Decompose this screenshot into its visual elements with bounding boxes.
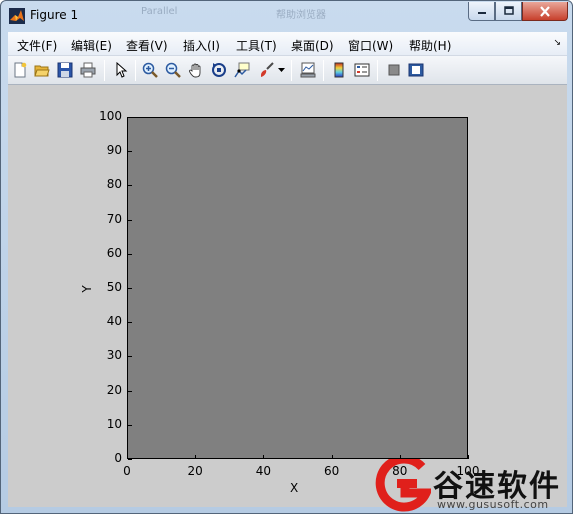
menu-edit[interactable]: 编辑(E) bbox=[71, 37, 112, 54]
menu-file[interactable]: 文件(F) bbox=[17, 37, 57, 54]
y-tick-mark bbox=[128, 356, 132, 358]
y-tick-label: 30 bbox=[106, 348, 122, 363]
y-tick-label: 0 bbox=[114, 451, 122, 465]
new-figure-icon[interactable] bbox=[11, 61, 29, 79]
brush-dropdown-icon[interactable] bbox=[276, 61, 286, 79]
menu-bar: 文件(F) 编辑(E) 查看(V) 插入(I) 工具(T) 桌面(D) 窗口(W… bbox=[8, 32, 567, 56]
print-icon[interactable] bbox=[79, 61, 97, 79]
y-tick-label: 80 bbox=[106, 177, 122, 192]
figure-toolbar bbox=[8, 56, 567, 85]
insert-colorbar-icon[interactable] bbox=[330, 61, 348, 79]
hide-plot-tools-icon[interactable] bbox=[385, 61, 403, 79]
x-tick-label: 60 bbox=[323, 464, 340, 478]
brush-icon[interactable] bbox=[257, 61, 275, 79]
x-axis-label: X bbox=[290, 481, 299, 495]
link-plot-icon[interactable] bbox=[299, 61, 317, 79]
zoom-out-icon[interactable] bbox=[164, 61, 182, 79]
background-tab-help: 帮助浏览器 bbox=[276, 10, 326, 21]
rotate-3d-icon[interactable] bbox=[210, 61, 228, 79]
y-tick-mark bbox=[128, 117, 132, 118]
y-tick-mark bbox=[128, 322, 132, 324]
toolbar-separator bbox=[377, 60, 378, 81]
y-tick-label: 90 bbox=[106, 143, 122, 158]
close-icon bbox=[540, 5, 550, 17]
pan-hand-icon[interactable] bbox=[187, 61, 205, 79]
x-tick-mark bbox=[195, 455, 197, 459]
y-tick-label: 40 bbox=[106, 314, 122, 329]
menu-desktop[interactable]: 桌面(D) bbox=[291, 37, 334, 54]
maximize-icon bbox=[503, 6, 514, 15]
toolbar-separator bbox=[104, 60, 105, 81]
title-bar[interactable]: Figure 1 Parallel 帮助浏览器 bbox=[1, 1, 572, 31]
background-tab-parallel: Parallel bbox=[141, 6, 178, 17]
maximize-button[interactable] bbox=[495, 2, 522, 21]
watermark-url: www.gususoft.com bbox=[437, 498, 549, 511]
y-tick-mark bbox=[128, 390, 132, 392]
menu-tools[interactable]: 工具(T) bbox=[236, 37, 277, 54]
toolbar-separator bbox=[323, 60, 324, 81]
y-tick-mark bbox=[128, 151, 132, 153]
menu-help[interactable]: 帮助(H) bbox=[409, 37, 451, 54]
minimize-icon bbox=[477, 12, 486, 14]
menu-window[interactable]: 窗口(W) bbox=[348, 37, 393, 54]
menu-insert[interactable]: 插入(I) bbox=[183, 37, 220, 54]
y-tick-label: 60 bbox=[106, 245, 122, 260]
y-tick-mark bbox=[128, 253, 132, 255]
y-axis-label: Y bbox=[80, 285, 94, 293]
x-tick-label: 20 bbox=[187, 464, 203, 478]
save-icon[interactable] bbox=[56, 61, 74, 79]
matlab-logo-icon bbox=[9, 8, 25, 24]
data-cursor-icon[interactable] bbox=[233, 61, 251, 79]
y-tick-mark bbox=[128, 288, 132, 289]
watermark: 谷速软件 www.gususoft.com bbox=[373, 455, 573, 514]
gususoft-logo-icon bbox=[375, 459, 431, 512]
y-tick-mark bbox=[128, 219, 132, 221]
y-tick-mark bbox=[128, 185, 132, 187]
y-tick-label: 20 bbox=[106, 382, 122, 397]
x-tick-label: 40 bbox=[255, 464, 272, 478]
y-tick-label: 50 bbox=[106, 280, 122, 294]
insert-legend-icon[interactable] bbox=[353, 61, 371, 79]
open-file-icon[interactable] bbox=[33, 61, 51, 79]
dock-arrow-icon[interactable]: ↘ bbox=[553, 38, 561, 48]
minimize-button[interactable] bbox=[468, 2, 495, 21]
toolbar-separator bbox=[291, 60, 292, 81]
y-tick-label: 70 bbox=[106, 211, 122, 226]
toolbar-separator bbox=[135, 60, 136, 81]
zoom-in-icon[interactable] bbox=[141, 61, 159, 79]
y-tick-label: 10 bbox=[106, 416, 122, 431]
window-title: Figure 1 bbox=[30, 8, 79, 22]
x-tick-label: 0 bbox=[123, 464, 131, 478]
x-tick-mark bbox=[263, 455, 265, 459]
close-button[interactable] bbox=[522, 2, 568, 21]
y-tick-label: 100 bbox=[99, 109, 122, 123]
show-plot-tools-icon[interactable] bbox=[407, 61, 425, 79]
y-tick-mark bbox=[128, 459, 132, 460]
edit-plot-arrow-icon[interactable] bbox=[112, 61, 130, 79]
plot-axes[interactable] bbox=[127, 117, 468, 459]
x-tick-mark bbox=[331, 455, 333, 459]
menu-view[interactable]: 查看(V) bbox=[126, 37, 168, 54]
x-tick-mark bbox=[127, 455, 128, 459]
y-tick-mark bbox=[128, 424, 132, 426]
